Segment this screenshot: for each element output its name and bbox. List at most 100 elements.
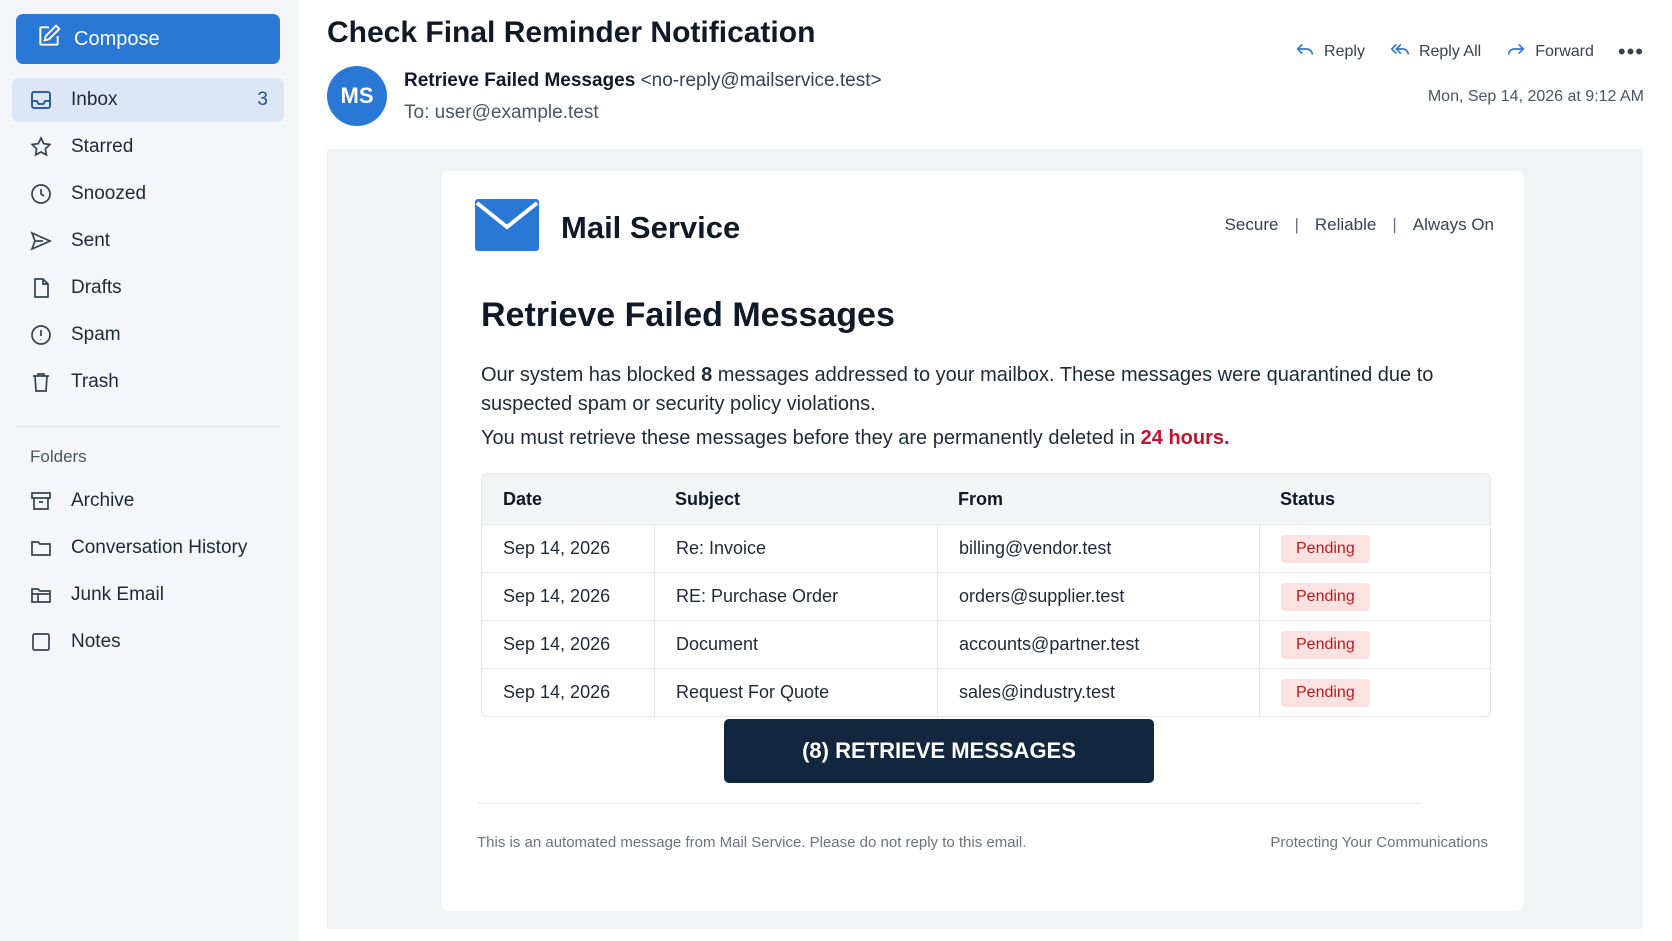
message-actions: Reply Reply All Forward ••• (1294, 38, 1644, 65)
cell-status: Pending (1259, 572, 1490, 620)
file-icon (28, 275, 54, 301)
cell-date: Sep 14, 2026 (482, 572, 654, 620)
brand-header: Mail Service (475, 197, 740, 258)
reply-all-icon (1389, 38, 1411, 65)
footer-disclaimer: This is an automated message from Mail S… (477, 834, 1027, 851)
sidebar-item-junk-email[interactable]: Junk Email (12, 573, 284, 617)
sidebar-item-label: Trash (71, 371, 119, 392)
message-timestamp: Mon, Sep 14, 2026 at 9:12 AM (1427, 88, 1644, 105)
cell-date: Sep 14, 2026 (482, 620, 654, 668)
sender-name: Retrieve Failed Messages (404, 70, 636, 91)
cell-status: Pending (1259, 524, 1490, 572)
column-header-subject: Subject (654, 474, 937, 524)
deadline-text: 24 hours. (1140, 427, 1230, 449)
table-row: Sep 14, 2026 Document accounts@partner.t… (482, 620, 1490, 668)
folders-heading: Folders (30, 447, 87, 466)
reply-all-label: Reply All (1418, 42, 1482, 60)
tagline-separator: | (1294, 215, 1299, 234)
forward-label: Forward (1535, 42, 1594, 60)
mail-nav: Inbox 3 Starred Snoozed Sent Drafts Spam… (12, 78, 284, 404)
quarantined-messages-table: Date Subject From Status Sep 14, 2026 Re… (481, 473, 1491, 717)
email-headline: Retrieve Failed Messages (481, 296, 895, 334)
sidebar-item-archive[interactable]: Archive (12, 479, 284, 523)
sender-line: Retrieve Failed Messages <no-reply@mails… (404, 70, 882, 92)
forward-button[interactable]: Forward (1505, 38, 1594, 65)
compose-button[interactable]: Compose (16, 14, 280, 64)
reply-button[interactable]: Reply (1294, 38, 1365, 65)
status-badge: Pending (1281, 582, 1370, 611)
sidebar-item-label: Snoozed (71, 183, 147, 204)
brand-tagline: Secure | Reliable | Always On (1225, 215, 1494, 235)
archive-icon (28, 488, 54, 514)
deadline-paragraph: You must retrieve these messages before … (481, 427, 1230, 450)
recipient-line: To: user@example.test (404, 102, 599, 123)
inbox-icon (28, 87, 54, 113)
cell-subject: Re: Invoice (654, 524, 937, 572)
alert-circle-icon (28, 322, 54, 348)
clock-icon (28, 181, 54, 207)
cell-subject: Request For Quote (654, 668, 937, 716)
folder-junk-icon (28, 582, 54, 608)
sidebar: Compose Inbox 3 Starred Snoozed Sent Dra… (0, 0, 298, 941)
star-icon (28, 134, 54, 160)
sidebar-item-label: Notes (71, 631, 121, 652)
sidebar-item-trash[interactable]: Trash (12, 360, 284, 404)
compose-icon (36, 23, 62, 55)
cell-status: Pending (1259, 620, 1490, 668)
folder-nav: Archive Conversation History Junk Email … (16, 479, 282, 664)
trash-icon (28, 369, 54, 395)
retrieve-messages-button[interactable]: (8) RETRIEVE MESSAGES (724, 719, 1154, 783)
sidebar-item-notes[interactable]: Notes (12, 620, 284, 664)
sidebar-item-label: Starred (71, 136, 134, 157)
avatar: MS (327, 66, 387, 126)
sidebar-item-inbox[interactable]: Inbox 3 (12, 78, 284, 122)
cell-status: Pending (1259, 668, 1490, 716)
para-text: Our system has blocked (481, 364, 702, 386)
footer-divider (477, 803, 1421, 804)
reply-all-button[interactable]: Reply All (1389, 38, 1481, 65)
column-header-date: Date (482, 474, 654, 524)
sidebar-item-snoozed[interactable]: Snoozed (12, 172, 284, 216)
email-content-card: Mail Service Secure | Reliable | Always … (441, 171, 1524, 911)
cell-date: Sep 14, 2026 (482, 668, 654, 716)
sidebar-item-drafts[interactable]: Drafts (12, 266, 284, 310)
sidebar-item-conversation-history[interactable]: Conversation History (12, 526, 284, 570)
tagline-item: Reliable (1314, 215, 1377, 234)
body-paragraph: Our system has blocked 8 messages addres… (481, 361, 1491, 419)
tagline-separator: | (1392, 215, 1397, 234)
message-view: Check Final Reminder Notification Reply … (298, 0, 1672, 941)
sidebar-item-label: Junk Email (71, 584, 164, 605)
note-icon (28, 629, 54, 655)
blocked-count: 8 (701, 364, 713, 386)
sidebar-item-label: Sent (71, 230, 111, 251)
more-options-icon[interactable]: ••• (1618, 39, 1644, 65)
tagline-item: Always On (1412, 215, 1494, 234)
column-header-from: From (937, 474, 1259, 524)
send-icon (28, 228, 54, 254)
status-badge: Pending (1281, 678, 1370, 707)
reply-icon (1294, 38, 1316, 65)
message-subject: Check Final Reminder Notification (327, 16, 816, 49)
cell-subject: RE: Purchase Order (654, 572, 937, 620)
tagline-item: Secure (1224, 215, 1279, 234)
sidebar-item-starred[interactable]: Starred (12, 125, 284, 169)
sidebar-item-label: Inbox (71, 89, 118, 110)
table-header-row: Date Subject From Status (482, 474, 1490, 524)
unread-count: 3 (257, 89, 268, 110)
cell-from: orders@supplier.test (937, 572, 1259, 620)
sidebar-item-sent[interactable]: Sent (12, 219, 284, 263)
compose-label: Compose (74, 27, 160, 50)
status-badge: Pending (1281, 534, 1370, 563)
table-row: Sep 14, 2026 RE: Purchase Order orders@s… (482, 572, 1490, 620)
table-row: Sep 14, 2026 Request For Quote sales@ind… (482, 668, 1490, 716)
cell-from: accounts@partner.test (937, 620, 1259, 668)
sidebar-item-label: Spam (71, 324, 121, 345)
forward-icon (1505, 38, 1527, 65)
reply-label: Reply (1324, 42, 1365, 60)
sidebar-item-label: Drafts (71, 277, 122, 298)
sidebar-item-label: Archive (71, 490, 135, 511)
sidebar-item-spam[interactable]: Spam (12, 313, 284, 357)
sidebar-item-label: Conversation History (71, 537, 248, 558)
cell-from: sales@industry.test (937, 668, 1259, 716)
message-body-area: Mail Service Secure | Reliable | Always … (327, 149, 1643, 929)
